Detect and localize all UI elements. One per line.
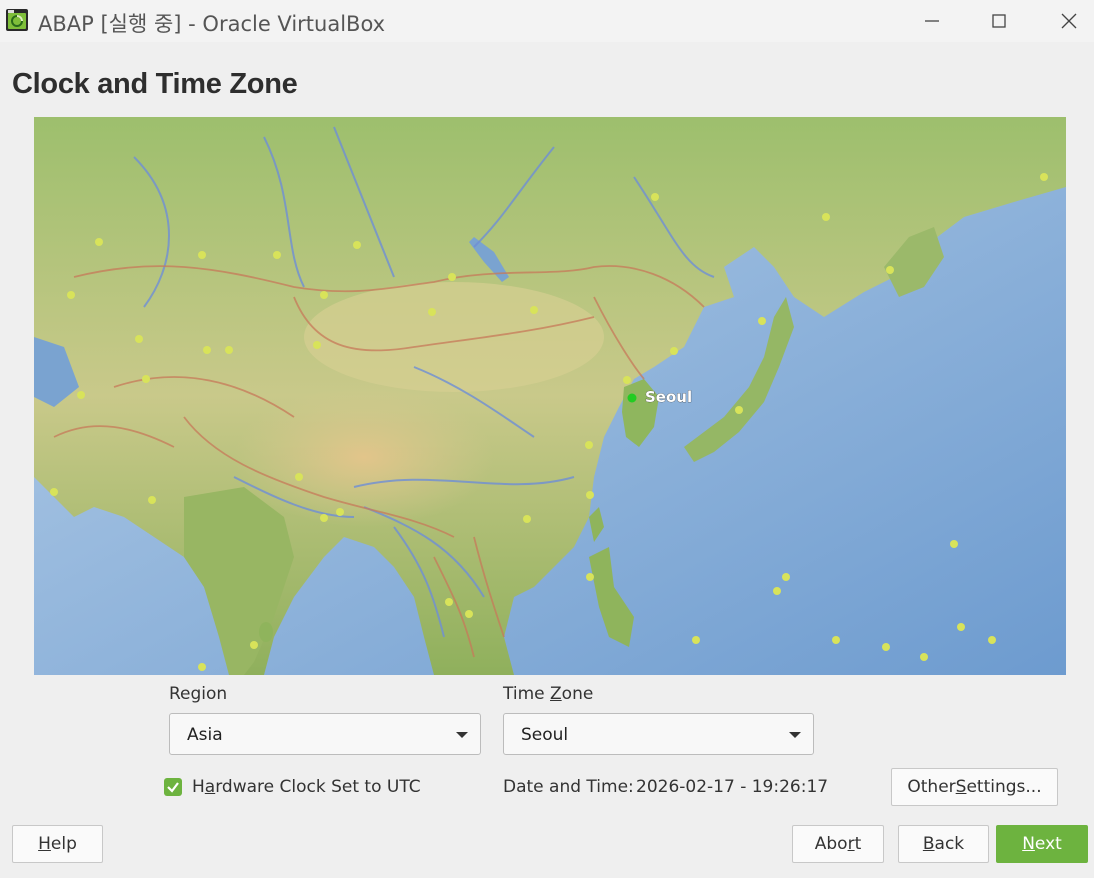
timezone-label-mnemonic: Z (550, 684, 562, 704)
maximize-button[interactable] (964, 0, 1034, 42)
abort-label-prefix: Abo (814, 834, 848, 854)
timezone-label-prefix: Time (503, 684, 551, 704)
datetime-label: Date and Time: (503, 777, 634, 797)
checkmark-icon (167, 782, 179, 793)
hardware-clock-checkbox[interactable] (164, 778, 182, 796)
selected-city-marker[interactable] (627, 393, 637, 403)
help-button[interactable]: Help (12, 825, 103, 863)
close-icon (1061, 13, 1077, 29)
maximize-icon (992, 14, 1006, 28)
abort-button[interactable]: Abo r t (792, 825, 884, 863)
page-title: Clock and Time Zone (12, 68, 298, 100)
timezone-map[interactable]: Seoul (34, 117, 1066, 675)
hardware-clock-label[interactable]: Hardware Clock Set to UTC (192, 777, 421, 797)
back-label-suffix: ack (934, 834, 965, 854)
hardware-clock-label-prefix: H (192, 777, 205, 797)
other-settings-label-mnemonic: S (955, 777, 967, 797)
hardware-clock-label-mnemonic: a (204, 777, 216, 797)
datetime-value: 2026-02-17 - 19:26:17 (636, 777, 829, 797)
hardware-clock-label-suffix: rdware Clock Set to UTC (215, 777, 421, 797)
next-label-mnemonic: N (1022, 834, 1035, 854)
back-button[interactable]: Back (898, 825, 989, 863)
region-select[interactable]: Asia (169, 713, 481, 755)
abort-label-suffix: t (854, 834, 862, 854)
other-settings-label-prefix: Other (907, 777, 956, 797)
back-label-mnemonic: B (922, 834, 935, 854)
timezone-label-suffix: one (561, 684, 594, 704)
virtualbox-app-icon (5, 8, 29, 32)
map-graphic[interactable]: Seoul (34, 117, 1066, 675)
timezone-label: Time Zone (503, 684, 593, 704)
help-label-suffix: elp (50, 834, 77, 854)
region-label: Region (169, 684, 228, 704)
installer-content: Clock and Time Zone Seoul Region Asia Ti… (0, 42, 1094, 878)
other-settings-button[interactable]: Other Settings... (891, 768, 1058, 806)
window-titlebar: ABAP [실행 중] - Oracle VirtualBox (0, 0, 1094, 42)
minimize-icon (925, 20, 939, 22)
other-settings-label-suffix: ettings... (966, 777, 1042, 797)
close-button[interactable] (1034, 0, 1094, 42)
timezone-select[interactable]: Seoul (503, 713, 814, 755)
chevron-down-icon (456, 732, 468, 738)
help-label-mnemonic: H (38, 834, 51, 854)
window-title: ABAP [실행 중] - Oracle VirtualBox (38, 12, 386, 36)
next-button[interactable]: Next (996, 825, 1088, 863)
next-label-suffix: ext (1034, 834, 1062, 854)
chevron-down-icon (789, 732, 801, 738)
region-value: Asia (187, 725, 223, 745)
abort-label-mnemonic: r (847, 834, 855, 854)
timezone-value: Seoul (521, 725, 569, 745)
minimize-button[interactable] (897, 0, 967, 42)
selected-city-label: Seoul (645, 388, 692, 406)
